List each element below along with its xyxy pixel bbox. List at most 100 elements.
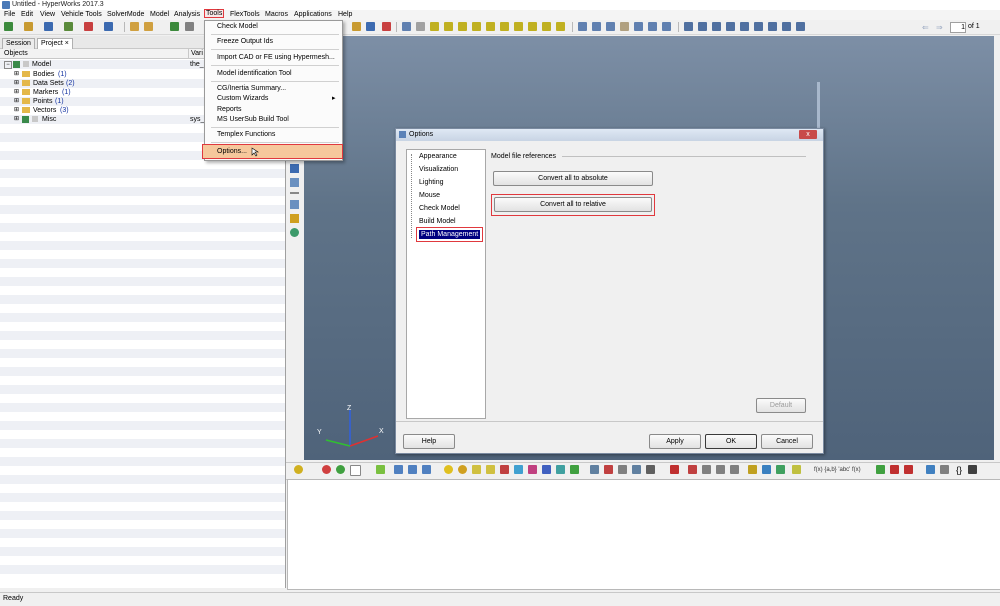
close-icon[interactable]: x [799,130,817,139]
column-divider[interactable] [188,48,189,58]
image-icon[interactable] [394,465,403,474]
expand-icon[interactable]: ⊞ [14,79,19,88]
table-icon[interactable] [926,465,935,474]
menu-import-cad[interactable]: Import CAD or FE using Hypermesh... [217,54,335,61]
window-layout-icon[interactable] [712,22,721,31]
braces-icon[interactable]: {} [956,465,962,475]
open-folder-icon[interactable] [144,22,153,31]
image-icon[interactable] [422,465,431,474]
nav-lighting[interactable]: Lighting [419,179,444,186]
sensor-icon[interactable] [604,465,613,474]
check-icon[interactable] [376,465,385,474]
new-model-icon[interactable] [4,22,13,31]
arrow-icon[interactable] [416,22,425,31]
measure-icon[interactable] [290,200,299,209]
export-icon[interactable] [84,22,93,31]
view-icon[interactable] [556,22,565,31]
window-layout-icon[interactable] [698,22,707,31]
menu-edit[interactable]: Edit [21,11,33,18]
window-layout-icon[interactable] [768,22,777,31]
menu-templex-functions[interactable]: Templex Functions [217,131,275,138]
import-icon[interactable] [64,22,73,31]
model-icon[interactable] [104,22,113,31]
menu-model[interactable]: Model [150,11,169,18]
view-icon[interactable] [514,22,523,31]
view-icon[interactable] [430,22,439,31]
save-session-icon[interactable] [366,22,375,31]
window-layout-icon[interactable] [726,22,735,31]
datum-icon[interactable] [792,465,801,474]
graphic-icon[interactable] [472,465,481,474]
menu-check-model[interactable]: Check Model [217,23,258,30]
save-model-icon[interactable] [44,22,53,31]
nav-mouse[interactable]: Mouse [419,192,440,199]
view-icon[interactable] [444,22,453,31]
prev-page-icon[interactable]: ⇐ [922,23,929,32]
rotate-icon[interactable] [606,22,615,31]
window-layout-icon[interactable] [754,22,763,31]
menu-cg-inertia[interactable]: CG/Inertia Summary... [217,85,286,92]
menu-file[interactable]: File [4,11,15,18]
body-icon[interactable] [458,465,467,474]
window-layout-icon[interactable] [782,22,791,31]
spring-icon[interactable] [514,465,523,474]
window-layout-icon[interactable] [796,22,805,31]
beam-icon[interactable] [528,465,537,474]
next-page-icon[interactable]: ⇒ [936,23,943,32]
menu-solvermode[interactable]: SolverMode [107,11,144,18]
bushing-icon[interactable] [542,465,551,474]
menu-reports[interactable]: Reports [217,106,242,113]
zoom-in-icon[interactable] [592,22,601,31]
expand-icon[interactable]: ⊞ [14,106,19,115]
collapse-icon[interactable]: − [4,61,12,69]
expand-icon[interactable]: ⊞ [14,97,19,106]
view-icon[interactable] [486,22,495,31]
menu-vehicle-tools[interactable]: Vehicle Tools [61,11,102,18]
cursor-icon[interactable] [350,465,361,476]
nav-check-model[interactable]: Check Model [419,205,460,212]
window-layout-icon[interactable] [684,22,693,31]
nav-build-model[interactable]: Build Model [419,218,456,225]
menu-freeze-output-ids[interactable]: Freeze Output Ids [217,38,273,45]
matrix-icon[interactable] [904,465,913,474]
convert-absolute-button[interactable]: Convert all to absolute [493,171,653,186]
menu-view[interactable]: View [40,11,55,18]
output-icon[interactable] [670,465,679,474]
array-icon[interactable] [890,465,899,474]
menu-ms-usersub[interactable]: MS UserSub Build Tool [217,116,289,123]
default-button[interactable]: Default [756,398,806,413]
graphic-icon[interactable] [730,465,739,474]
menu-custom-wizards[interactable]: Custom Wizards [217,95,268,102]
color-icon[interactable] [322,465,331,474]
joint-icon[interactable] [500,465,509,474]
arrow-icon[interactable] [876,465,885,474]
folder-icon[interactable] [130,22,139,31]
menu-options[interactable]: Options... [217,148,247,155]
menu-macros[interactable]: Macros [265,11,288,18]
template-icon[interactable] [748,465,757,474]
spin-icon[interactable] [648,22,657,31]
nav-appearance[interactable]: Appearance [419,153,457,160]
menu-applications[interactable]: Applications [294,11,332,18]
view-icon[interactable] [458,22,467,31]
open-session-icon[interactable] [352,22,361,31]
view-icon[interactable] [542,22,551,31]
cancel-button[interactable]: Cancel [761,434,813,449]
dialog-title-bar[interactable]: Options x [396,129,823,141]
page-number-field[interactable]: 1 [950,22,966,33]
coupler-icon[interactable] [632,465,641,474]
view-icon[interactable] [528,22,537,31]
nav-path-management[interactable]: Path Management [415,227,484,242]
datum-icon[interactable] [776,465,785,474]
gear-icon[interactable] [618,465,627,474]
expand-icon[interactable]: ⊞ [14,70,19,79]
tab-project[interactable]: Project × [37,38,73,49]
menu-flextools[interactable]: FlexTools [230,11,260,18]
apply-button[interactable]: Apply [649,434,701,449]
menu-model-identification[interactable]: Model identification Tool [217,70,292,77]
view-icon[interactable] [500,22,509,31]
graphic-icon[interactable] [702,465,711,474]
force-icon[interactable] [570,465,579,474]
point-icon[interactable] [444,465,453,474]
tab-session[interactable]: Session [2,38,35,49]
